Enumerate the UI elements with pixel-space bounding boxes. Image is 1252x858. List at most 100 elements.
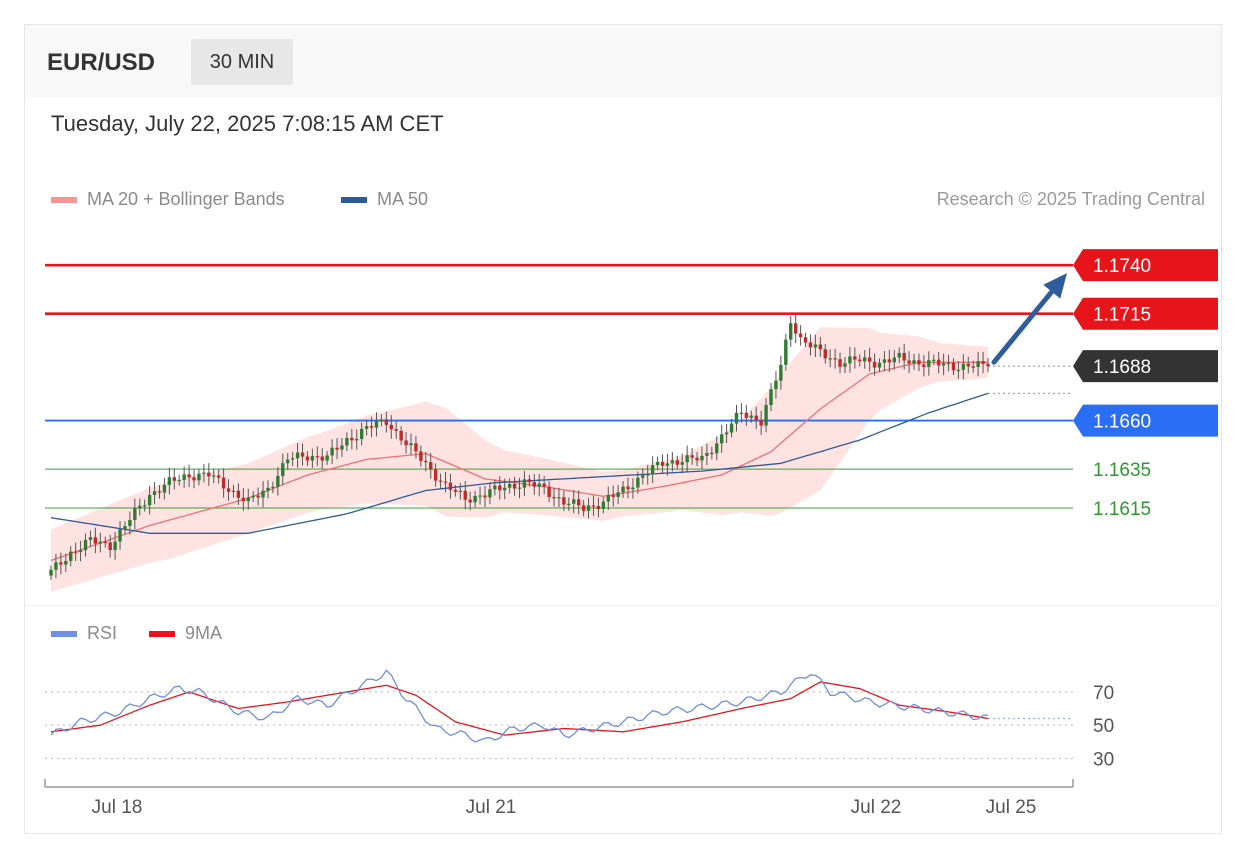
candle-bullish — [251, 495, 255, 498]
candle-bearish — [818, 344, 823, 350]
candle-bullish — [715, 443, 719, 454]
time-tick-label: Jul 22 — [851, 797, 902, 818]
candle-bullish — [705, 452, 709, 456]
forecast-arrow-shaft — [991, 289, 1055, 365]
candle-bearish — [887, 359, 892, 363]
candle-bearish — [468, 499, 472, 503]
candle-bullish — [557, 497, 561, 499]
candle-bullish — [49, 569, 53, 576]
candle-bullish — [290, 458, 295, 460]
candle-bullish — [330, 447, 334, 456]
candle-bullish — [724, 432, 729, 435]
candle-bullish — [246, 497, 250, 502]
candle-bullish — [729, 423, 734, 433]
candle-bullish — [473, 495, 477, 503]
candle-bullish — [877, 362, 882, 368]
candle-bearish — [384, 419, 389, 425]
candle-bullish — [374, 421, 379, 428]
candle-bearish — [710, 452, 714, 455]
candle-bearish — [690, 455, 694, 458]
candle-bearish — [581, 505, 586, 511]
level-labels: 1.1740 1.1715 1.1688 1.1660 1.1635 1.1615 70 50… — [1073, 249, 1218, 770]
candle-bullish — [680, 462, 684, 465]
candle-bearish — [858, 359, 862, 362]
candle-bullish — [69, 551, 73, 561]
candle-bullish — [734, 412, 739, 424]
candle-bullish — [364, 426, 369, 429]
level-label-text: 1.1688 — [1093, 357, 1151, 378]
candle-bullish — [956, 369, 961, 372]
rsi-9ma-line — [50, 681, 989, 736]
level-label-text: 1.1660 — [1093, 412, 1151, 433]
candle-bearish — [256, 495, 260, 498]
candle-bullish — [601, 501, 606, 509]
candle-bullish — [409, 443, 413, 446]
candle-bullish — [78, 550, 83, 552]
candle-bearish — [823, 349, 827, 359]
candle-bullish — [641, 475, 645, 478]
candle-bearish — [917, 360, 921, 365]
candle-bullish — [503, 487, 507, 491]
candle-bullish — [355, 438, 359, 441]
candle-bearish — [660, 461, 665, 466]
candle-bullish — [345, 437, 349, 446]
candle-bullish — [64, 560, 68, 565]
chart-canvas: 1.1740 1.1715 1.1688 1.1660 1.1635 1.1615 70 50… — [44, 249, 1218, 818]
time-axis: Jul 18 Jul 21 Jul 22 Jul 25 — [44, 779, 1074, 818]
candle-bullish — [143, 505, 147, 507]
candle-bullish — [769, 389, 773, 406]
candle-bearish — [448, 482, 453, 490]
level-label-text: 1.1615 — [1093, 499, 1151, 520]
candle-bullish — [646, 474, 650, 476]
candle-bearish — [73, 551, 78, 553]
candle-bearish — [981, 361, 985, 364]
candle-bullish — [231, 490, 236, 492]
candle-bearish — [350, 437, 354, 441]
candle-bullish — [182, 474, 186, 480]
candle-bullish — [764, 405, 768, 426]
candle-bearish — [542, 483, 546, 487]
candle-bullish — [700, 455, 704, 461]
candle-bearish — [838, 359, 842, 367]
candle-bullish — [650, 465, 655, 475]
candle-bearish — [596, 506, 601, 509]
candle-bullish — [774, 380, 778, 390]
candle-bullish — [138, 505, 142, 509]
candle-bullish — [636, 477, 640, 488]
candle-bearish — [951, 362, 956, 371]
rsi-tick-label: 50 — [1093, 716, 1114, 737]
candle-bullish — [892, 357, 896, 363]
candle-bullish — [295, 452, 300, 459]
candle-bullish — [54, 562, 58, 570]
candle-bearish — [853, 356, 857, 360]
candle-bearish — [971, 366, 975, 368]
time-tick-label: Jul 21 — [466, 797, 517, 818]
candle-bullish — [863, 357, 867, 362]
candle-bearish — [803, 337, 808, 343]
candle-bearish — [936, 359, 941, 366]
candle-bearish — [443, 481, 448, 483]
candle-bearish — [872, 361, 877, 368]
candle-bullish — [286, 459, 290, 464]
candle-bearish — [547, 486, 551, 497]
candle-bearish — [532, 482, 536, 487]
chart-card: EUR/USD 30 MIN Tuesday, July 22, 2025 7:… — [24, 24, 1222, 834]
candle-bearish — [59, 562, 63, 565]
candle-bullish — [941, 363, 946, 366]
candle-bearish — [404, 440, 408, 446]
candle-bullish — [882, 359, 887, 363]
candle-bullish — [719, 434, 724, 444]
candle-bearish — [320, 456, 324, 461]
candle-bearish — [369, 426, 374, 428]
candle-bullish — [813, 344, 818, 348]
candle-bearish — [611, 495, 615, 497]
candle-bullish — [665, 463, 670, 466]
candle-bearish — [305, 456, 310, 461]
candle-bullish — [670, 460, 675, 464]
candle-bearish — [483, 495, 487, 498]
candle-bullish — [655, 461, 660, 466]
candle-bearish — [187, 474, 191, 478]
candle-bullish — [212, 475, 216, 477]
candle-bearish — [172, 477, 176, 481]
candle-bearish — [433, 469, 438, 481]
